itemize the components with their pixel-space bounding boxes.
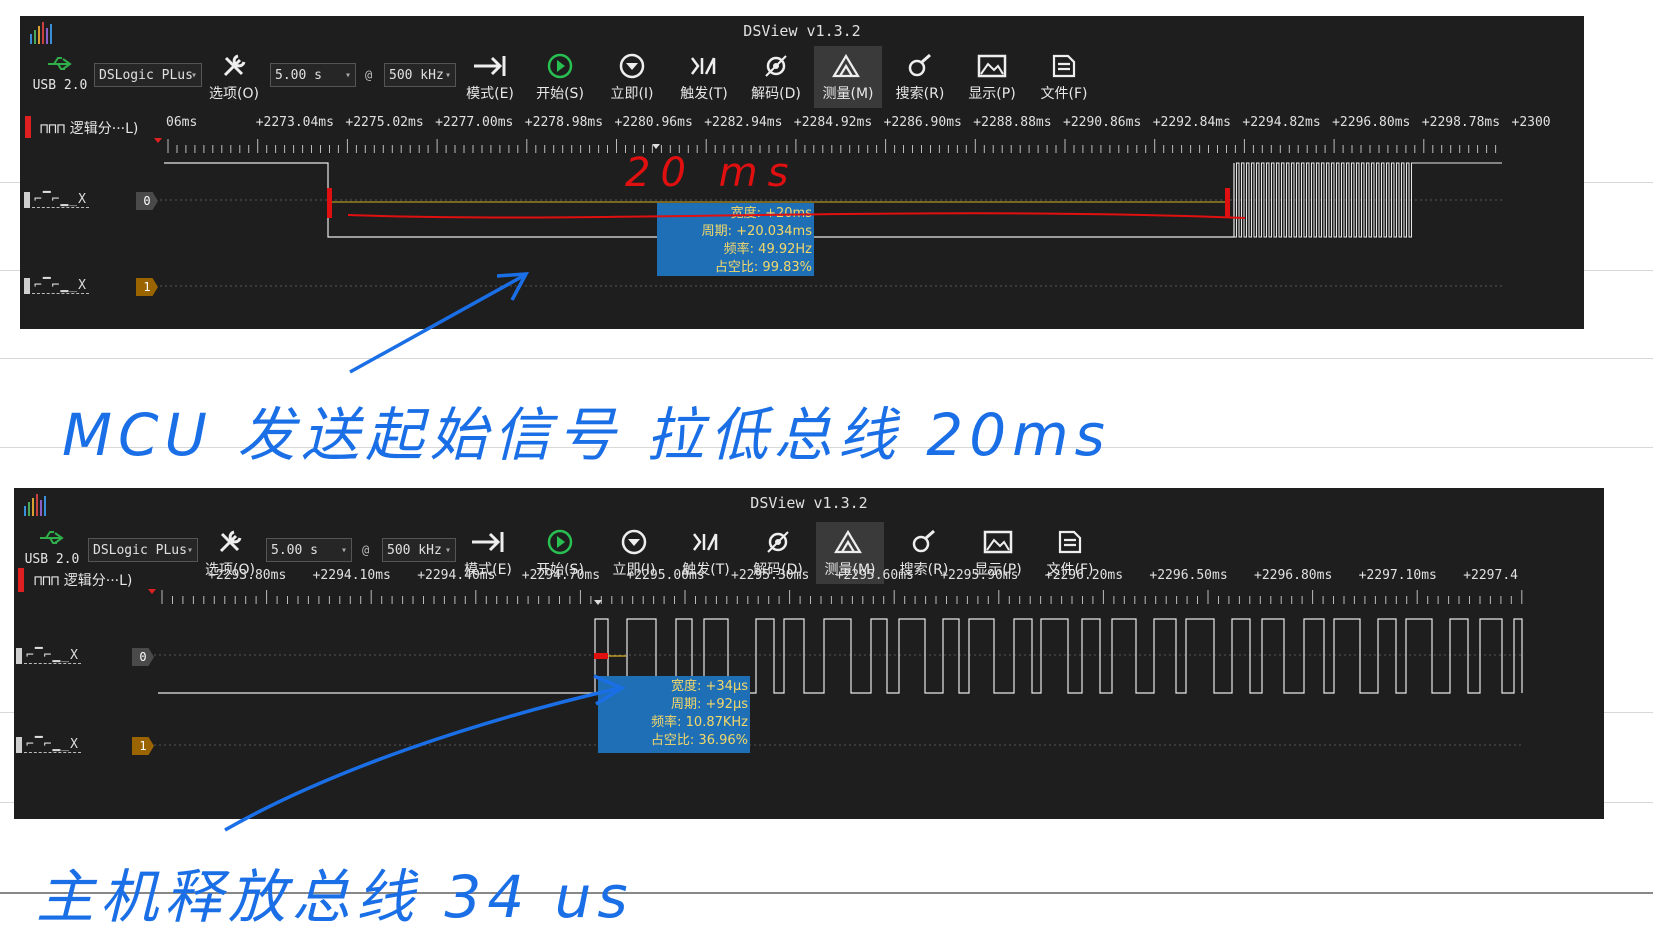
- dsview-window-2: DSView v1.3.2 USB 2.0 DSLogic PLus ▾ 选项(O…: [14, 488, 1604, 819]
- group-collapse-icon: [148, 589, 156, 594]
- measure-frequency: 频率: 49.92Hz: [723, 242, 812, 257]
- channel-0-label: ⌐▔⌐▁_X: [24, 648, 81, 664]
- handwritten-note-1: MCU 发送起始信号 拉低总线 20ms: [62, 401, 1111, 469]
- ruler-ticks: [167, 139, 1497, 153]
- dsview-window-1: DSView v1.3.2 USB 2.0 DSLogic PLus ▾ 选项(O…: [20, 16, 1584, 329]
- measure-frequency: 频率: 10.87KHz: [651, 715, 748, 730]
- red-handwritten-20ms: 20 ms: [625, 150, 799, 196]
- channel-0-trigger-icons[interactable]: ⌐▔⌐▁_X: [24, 648, 81, 664]
- channel-0-trigger-icons[interactable]: ⌐▔⌐▁_X: [32, 192, 89, 208]
- channel-1-label: ⌐▔⌐▁_X: [32, 278, 89, 294]
- measure-width: 宽度: +34μs: [671, 679, 748, 694]
- measurement-popup: 宽度: +34μs 周期: +92μs 频率: 10.87KHz 占空比: 36…: [598, 676, 750, 753]
- measure-start-marker: [327, 188, 332, 218]
- measurement-popup: 宽度: +20ms 周期: +20.034ms 频率: 49.92Hz 占空比:…: [657, 203, 814, 276]
- channel-0-label: ⌐▔⌐▁_X: [32, 192, 89, 208]
- channel-0-signal: [158, 618, 1523, 694]
- measure-end-marker: [1225, 188, 1230, 218]
- channel-1-trigger-icons[interactable]: ⌐▔⌐▁_X: [24, 737, 81, 753]
- measure-period: 周期: +92μs: [671, 697, 748, 712]
- ruler-ticks: [161, 590, 1523, 604]
- waveform-area: [148, 589, 1524, 746]
- channel-1-trigger-icons[interactable]: ⌐▔⌐▁_X: [32, 278, 89, 294]
- measure-width: 宽度: +20ms: [730, 206, 812, 221]
- channel-1-label: ⌐▔⌐▁_X: [24, 737, 81, 753]
- group-collapse-icon: [154, 138, 162, 143]
- handwritten-note-2: 主机释放总线 34 us: [36, 863, 634, 931]
- channel-0-checkbox[interactable]: [24, 192, 30, 208]
- channel-1-checkbox[interactable]: [16, 737, 22, 753]
- channel-0-checkbox[interactable]: [16, 648, 22, 664]
- measure-period: 周期: +20.034ms: [701, 224, 812, 239]
- waveform-area: [154, 138, 1504, 287]
- measure-duty-cycle: 占空比: 36.96%: [650, 733, 748, 748]
- cursor-marker-icon: [652, 144, 660, 149]
- measure-duty-cycle: 占空比: 99.83%: [714, 260, 812, 275]
- measure-start-marker: [594, 653, 608, 659]
- paper-rule: [0, 358, 1653, 359]
- channel-1-checkbox[interactable]: [24, 278, 30, 294]
